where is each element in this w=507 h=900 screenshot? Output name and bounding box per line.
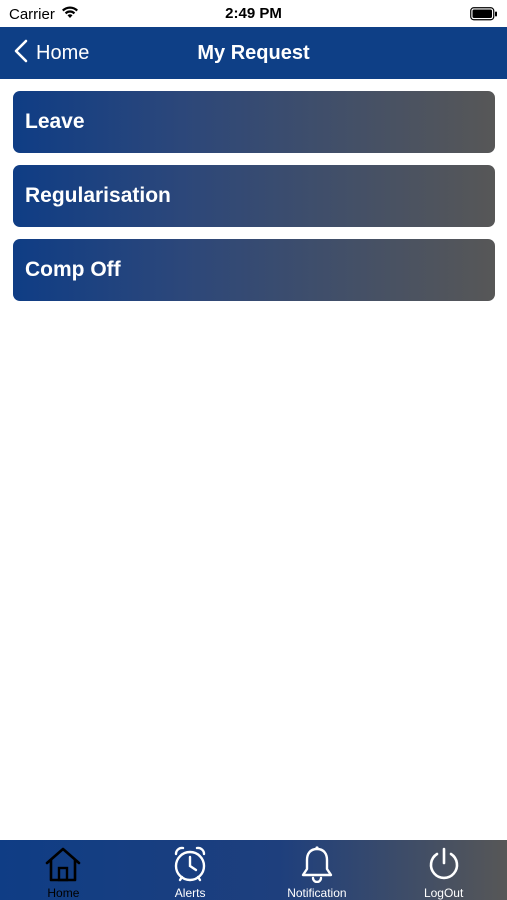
tab-label-alerts: Alerts — [174, 886, 206, 900]
power-icon — [424, 844, 464, 884]
tab-notification[interactable]: Notification — [254, 840, 381, 900]
menu-item-label: Leave — [25, 110, 85, 133]
request-menu-list: Leave Regularisation Comp Off — [13, 91, 495, 313]
alarm-clock-icon — [170, 844, 210, 884]
menu-item-comp-off[interactable]: Comp Off — [13, 239, 495, 301]
status-bar: Carrier 2:49 PM — [0, 0, 507, 27]
tab-label-home: Home — [47, 886, 80, 900]
tab-logout[interactable]: LogOut — [380, 840, 507, 900]
battery-icon — [470, 7, 498, 26]
tab-label-notification: Notification — [287, 886, 347, 900]
menu-item-label: Comp Off — [25, 258, 121, 281]
menu-item-label: Regularisation — [25, 184, 171, 207]
back-button[interactable]: Home — [14, 27, 89, 79]
back-label: Home — [36, 41, 90, 64]
tab-home[interactable]: Home — [0, 840, 127, 900]
status-time: 2:49 PM — [225, 5, 282, 22]
tab-label-logout: LogOut — [423, 886, 464, 900]
bell-icon — [297, 844, 337, 884]
tab-alerts[interactable]: Alerts — [127, 840, 254, 900]
menu-item-leave[interactable]: Leave — [13, 91, 495, 153]
home-icon — [43, 844, 83, 884]
my-request-screen: Carrier 2:49 PM Home My Request Leave Re… — [0, 0, 507, 900]
tab-bar: Home Alerts Notification LogOut — [0, 840, 507, 900]
chevron-left-icon — [14, 39, 28, 68]
menu-item-regularisation[interactable]: Regularisation — [13, 165, 495, 227]
navigation-bar: Home My Request — [0, 27, 507, 79]
